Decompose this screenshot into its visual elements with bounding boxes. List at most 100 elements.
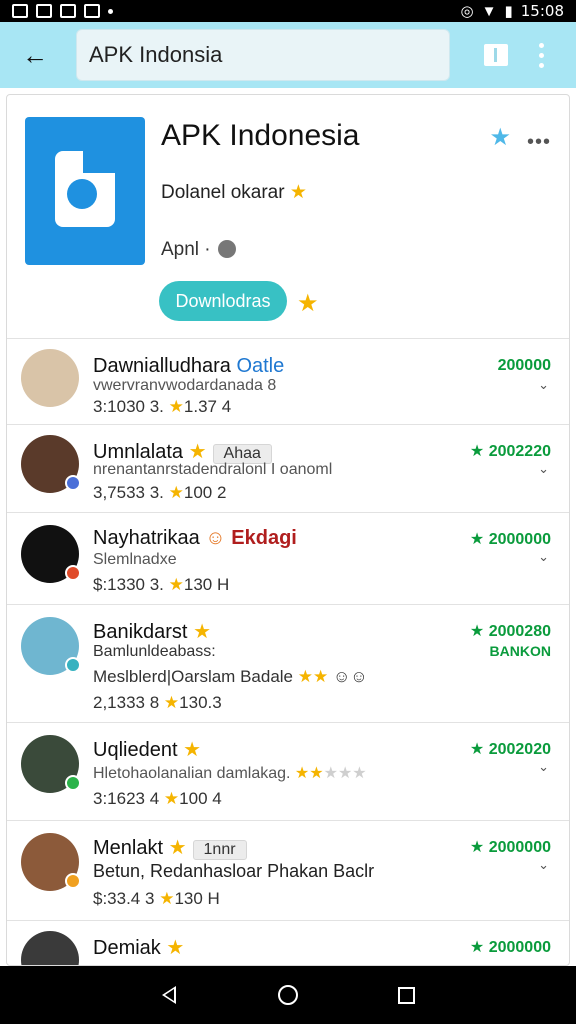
nav-recents-icon[interactable] — [389, 977, 425, 1013]
chevron-down-icon[interactable]: ⌄ — [538, 461, 549, 477]
notification-icon — [36, 4, 52, 18]
download-count: ★ 2000000 — [469, 531, 551, 548]
star-icon: ★ — [168, 837, 187, 859]
badge-icon — [65, 873, 81, 889]
rate-star-icon[interactable]: ★ — [297, 289, 319, 318]
green-star-icon: ★ — [469, 623, 485, 640]
notification-dot-icon — [108, 8, 113, 14]
status-bar: ◎ ▼ ▮ 15:08 — [0, 0, 576, 22]
item-description: Bamlunldeabass: — [93, 643, 216, 660]
list-item[interactable]: Nayhatrikaa ☺ Ekdagi Slemlnadxe $:1330 3… — [7, 513, 569, 605]
badge-icon — [65, 775, 81, 791]
item-detail: Meslblerd|Oarslam Badale ★★ ☺☺ — [93, 667, 368, 686]
list-item[interactable]: Demiak ★ ★ 2000000 — [7, 921, 569, 965]
download-button[interactable]: Downlodras — [159, 281, 287, 321]
list-item[interactable]: Umnlalata ★ Ahaa nrenantanrstadendralonl … — [7, 425, 569, 513]
star-icon: ★ — [163, 789, 180, 808]
alarm-icon: ◎ — [460, 3, 474, 20]
item-name: Demiak ★ — [93, 937, 185, 959]
notification-icons — [12, 4, 113, 18]
star-icon: ★ — [289, 182, 307, 203]
star-icon: ★ — [168, 397, 184, 416]
app-title: APK Indonesia — [161, 119, 360, 152]
rating-stars-icon: ★★ — [294, 765, 324, 782]
star-icon: ★ — [188, 441, 207, 463]
download-count: 200000 — [497, 357, 551, 374]
verified-badge-icon — [65, 475, 81, 491]
search-input[interactable]: APK Indonsia — [76, 29, 450, 81]
favorite-star-icon[interactable]: ★ — [489, 123, 511, 152]
avatar — [21, 349, 79, 407]
app-bar: ← APK Indonsia — [0, 22, 576, 88]
item-name: Banikdarst ★ — [93, 621, 211, 643]
item-name: Menlakt ★ 1nnr — [93, 835, 247, 860]
emoji-icon: ☺☺ — [332, 667, 368, 686]
download-sub-label: BANKON — [489, 643, 551, 659]
item-tag: 1nnr — [192, 840, 247, 860]
system-icons: ◎ ▼ ▮ 15:08 — [461, 2, 564, 20]
green-star-icon: ★ — [469, 531, 485, 548]
star-icon: ★ — [159, 889, 175, 908]
item-stats: 3,7533 3. ★100 2 — [93, 483, 227, 502]
badge-icon — [65, 657, 81, 673]
overflow-menu-icon[interactable] — [536, 42, 546, 68]
globe-icon — [217, 240, 236, 258]
item-name: Uqliedent ★ — [93, 739, 202, 761]
avatar — [21, 833, 81, 891]
chevron-down-icon[interactable]: ⌄ — [538, 857, 549, 873]
item-stats: $:1330 3. ★130 H — [93, 575, 230, 594]
download-count: ★ 2002220 — [469, 443, 551, 460]
avatar — [21, 735, 81, 793]
avatar — [21, 525, 81, 583]
item-name: Dawnialludhara Oatle — [93, 355, 285, 377]
app-subtitle: Dolanel okarar ★ — [161, 182, 307, 203]
avatar — [21, 617, 81, 675]
item-stats: $:33.4 3 ★130 H — [93, 889, 220, 908]
download-count: ★ 2000000 — [469, 839, 551, 856]
list-item[interactable]: Uqliedent ★ Hletohaolanalian damlakag. ★… — [7, 723, 569, 821]
clock: 15:08 — [520, 2, 564, 20]
wifi-icon: ▼ — [481, 2, 497, 20]
notification-icon — [12, 4, 28, 18]
nav-home-icon[interactable] — [270, 977, 306, 1013]
more-options-icon[interactable]: ••• — [527, 131, 551, 154]
item-description: nrenantanrstadendralonl I oanoml — [93, 461, 333, 478]
item-description: Hletohaolanalian damlakag. ★★★★★ — [93, 765, 367, 782]
green-star-icon: ★ — [469, 939, 485, 956]
rating-empty-stars-icon: ★★★ — [323, 765, 367, 782]
chevron-down-icon[interactable]: ⌄ — [538, 549, 549, 565]
download-count: ★ 2000000 — [469, 939, 551, 956]
notification-icon — [84, 4, 100, 18]
avatar — [21, 931, 79, 965]
green-star-icon: ★ — [469, 839, 485, 856]
download-count: ★ 2002020 — [469, 741, 551, 758]
chevron-down-icon[interactable]: ⌄ — [538, 377, 549, 393]
green-star-icon: ★ — [469, 741, 485, 758]
item-name: Nayhatrikaa ☺ Ekdagi — [93, 527, 297, 549]
item-description: Slemlnadxe — [93, 551, 177, 568]
app-icon — [25, 117, 145, 265]
item-description: Betun, Redanhasloar Phakan Baclr — [93, 861, 375, 881]
battery-icon: ▮ — [504, 3, 513, 20]
list-item[interactable]: Banikdarst ★ Bamlunldeabass: Meslblerd|O… — [7, 605, 569, 723]
item-stats: 2,1333 8 ★130.3 — [93, 693, 222, 712]
item-stats: 3:1030 3. ★1.37 4 — [93, 397, 232, 416]
back-arrow-icon[interactable]: ← — [14, 34, 56, 76]
main-content: APK Indonesia ★ ••• Dolanel okarar ★ Apn… — [6, 94, 570, 966]
item-stats: 3:1623 4 ★100 4 — [93, 789, 222, 808]
system-nav-bar — [0, 966, 576, 1024]
nav-back-icon[interactable] — [151, 977, 187, 1013]
badge-icon — [65, 565, 81, 581]
emoji-icon: ☺ — [205, 527, 226, 549]
chevron-down-icon[interactable]: ⌄ — [538, 759, 549, 775]
star-icon: ★ — [183, 739, 202, 761]
green-star-icon: ★ — [469, 443, 485, 460]
star-icon: ★ — [168, 575, 184, 594]
item-description: vwervranvwodardanada 8 — [93, 377, 277, 394]
download-count: ★ 2000280 — [469, 623, 551, 640]
list-item[interactable]: Dawnialludhara Oatle vwervranvwodardanad… — [7, 339, 569, 425]
book-icon[interactable] — [480, 39, 512, 71]
list-item[interactable]: Menlakt ★ 1nnr Betun, Redanhasloar Phakan… — [7, 821, 569, 921]
app-meta: Apnl · — [161, 239, 236, 261]
star-icon: ★★ — [297, 667, 329, 686]
